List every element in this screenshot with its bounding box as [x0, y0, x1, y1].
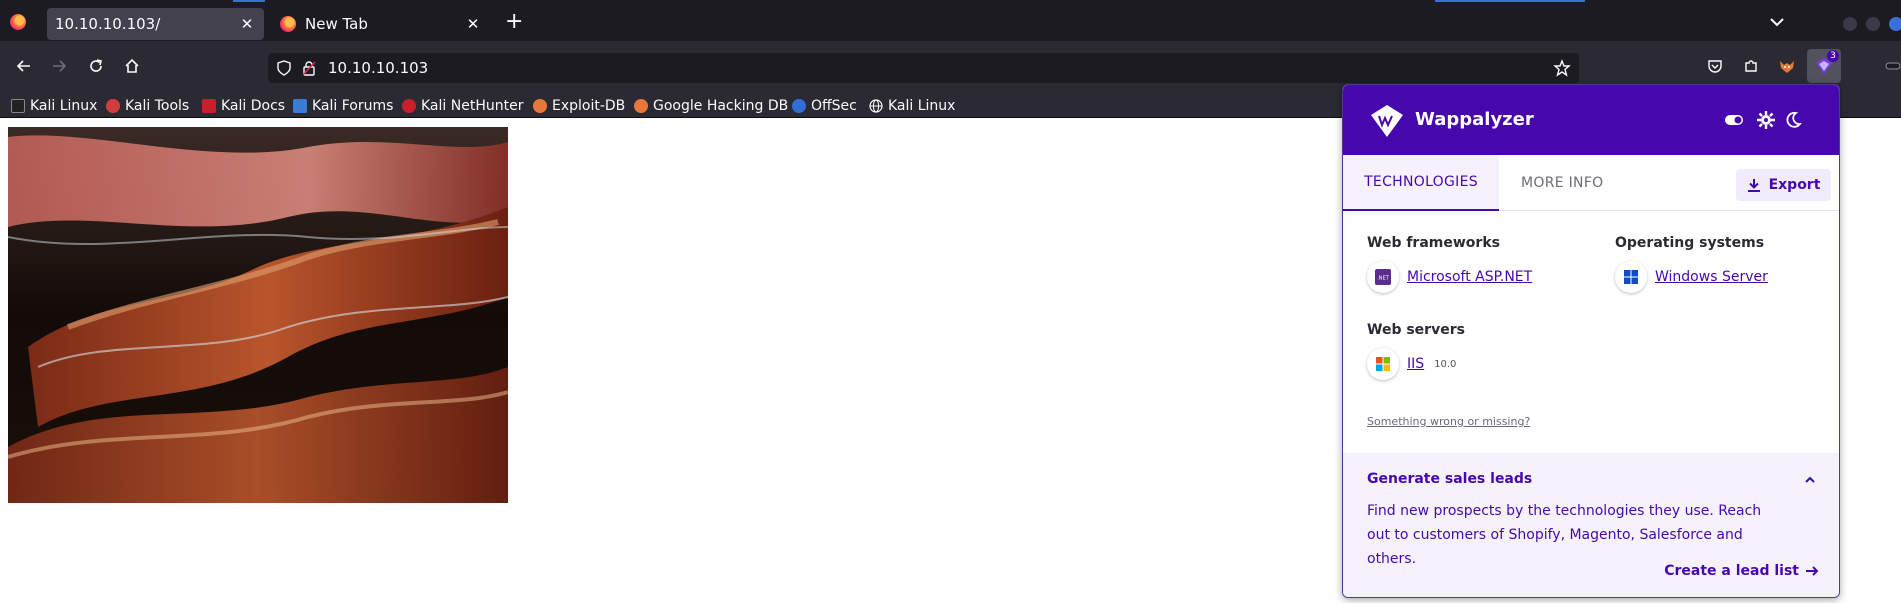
arrow-left-icon	[16, 60, 30, 72]
category-title: Web frameworks	[1367, 235, 1500, 251]
aspnet-icon: .NET	[1367, 261, 1399, 293]
popup-header: Wappalyzer	[1343, 85, 1839, 155]
iis-icon	[1367, 348, 1399, 380]
tech-name[interactable]: IIS	[1407, 356, 1424, 372]
windows-icon	[1615, 261, 1647, 293]
toggle-icon[interactable]	[1725, 111, 1743, 129]
bookmark-label: OffSec	[811, 97, 857, 114]
sales-leads-panel: Generate sales leads Find new prospects …	[1343, 453, 1839, 597]
nethunter-icon	[402, 98, 416, 113]
tab-technologies[interactable]: TECHNOLOGIES	[1343, 155, 1499, 211]
bookmark-label: Kali NetHunter	[421, 97, 524, 114]
chevron-down-icon[interactable]	[1768, 14, 1786, 30]
close-icon[interactable]: ✕	[464, 15, 482, 33]
category-title: Web servers	[1367, 322, 1465, 338]
leads-title[interactable]: Generate sales leads	[1367, 471, 1532, 487]
create-lead-list-link[interactable]: Create a lead list	[1664, 563, 1819, 579]
tab-indicator	[233, 0, 265, 2]
tech-version: 10.0	[1434, 358, 1457, 370]
bookmark-kali-nethunter[interactable]: Kali NetHunter	[402, 93, 523, 118]
leads-description: Find new prospects by the technologies t…	[1367, 503, 1762, 567]
bookmark-kali-tools[interactable]: Kali Tools	[106, 93, 189, 118]
tab-indicator	[1435, 0, 1585, 2]
pocket-icon[interactable]	[1705, 56, 1725, 76]
bookmark-exploit-db[interactable]: Exploit-DB	[533, 93, 625, 118]
extensions-icon[interactable]	[1741, 56, 1761, 76]
minimize-button[interactable]	[1843, 17, 1857, 31]
kali-docs-icon	[202, 98, 216, 113]
tech-item[interactable]: IIS 10.0	[1367, 348, 1456, 380]
bookmark-kali-linux-2[interactable]: Kali Linux	[869, 93, 955, 118]
kali-icon	[11, 98, 25, 113]
tab-active[interactable]: 10.10.10.103/ ✕	[47, 8, 264, 40]
home-icon	[125, 58, 139, 73]
home-button[interactable]	[121, 55, 143, 77]
maximize-button[interactable]	[1866, 17, 1880, 31]
exploitdb-icon	[533, 98, 547, 113]
kali-tools-icon	[106, 98, 120, 113]
star-icon[interactable]	[1553, 59, 1571, 77]
extension-badge: 3	[1827, 50, 1839, 62]
moon-icon[interactable]	[1784, 111, 1802, 129]
export-button[interactable]: Export	[1736, 169, 1831, 201]
cta-label: Create a lead list	[1664, 563, 1799, 579]
chevron-up-icon[interactable]	[1803, 473, 1817, 487]
bookmark-label: Kali Tools	[125, 97, 190, 114]
offsec-icon	[792, 98, 806, 113]
bookmark-label: Google Hacking DB	[653, 97, 789, 114]
download-icon	[1747, 179, 1760, 192]
forward-button[interactable]	[48, 55, 70, 77]
reload-button[interactable]	[85, 55, 107, 77]
tech-item[interactable]: Windows Server	[1615, 261, 1768, 293]
firefox-icon[interactable]	[10, 14, 26, 30]
bookmark-label: Kali Forums	[312, 97, 394, 114]
wappalyzer-extension-button[interactable]: 3	[1807, 49, 1841, 83]
export-label: Export	[1768, 177, 1821, 193]
close-window-button[interactable]	[1889, 17, 1901, 31]
globe-icon	[869, 98, 883, 113]
wappalyzer-popup: Wappalyzer TECHNOLOGIES MORE INFO Export…	[1342, 84, 1840, 598]
bookmark-kali-linux[interactable]: Kali Linux	[11, 93, 97, 118]
browser-window: 10.10.10.103/ ✕ New Tab ✕ + 10.10.10.103…	[0, 0, 1901, 603]
tab-more-info[interactable]: MORE INFO	[1521, 155, 1604, 211]
firefox-icon	[280, 16, 296, 32]
account-icon[interactable]	[1883, 56, 1901, 76]
arrow-right-icon	[1806, 566, 1819, 576]
category-title: Operating systems	[1615, 235, 1765, 251]
svg-text:.NET: .NET	[1377, 276, 1389, 282]
back-button[interactable]	[13, 55, 35, 77]
ghdb-icon	[634, 98, 648, 113]
tech-name[interactable]: Windows Server	[1655, 269, 1768, 285]
bookmark-google-hacking-db[interactable]: Google Hacking DB	[634, 93, 788, 118]
bookmark-label: Kali Linux	[888, 97, 956, 114]
tech-name[interactable]: Microsoft ASP.NET	[1407, 269, 1532, 285]
bookmark-kali-docs[interactable]: Kali Docs	[202, 93, 285, 118]
lock-icon[interactable]	[301, 60, 317, 76]
tab-title: New Tab	[305, 15, 368, 33]
kali-forums-icon	[293, 98, 307, 113]
bookmark-kali-forums[interactable]: Kali Forums	[293, 93, 393, 118]
gear-icon[interactable]	[1757, 111, 1775, 129]
reload-icon	[90, 59, 102, 72]
arrow-right-icon	[53, 60, 67, 72]
tab-new-tab[interactable]: New Tab ✕	[272, 8, 490, 40]
new-tab-button[interactable]: +	[505, 11, 523, 33]
shield-icon[interactable]	[276, 60, 292, 76]
brand-name: Wappalyzer	[1415, 109, 1534, 130]
bookmark-label: Kali Linux	[30, 97, 98, 114]
bookmark-offsec[interactable]: OffSec	[792, 93, 857, 118]
wappalyzer-logo-icon	[1371, 105, 1403, 137]
close-icon[interactable]: ✕	[238, 15, 256, 33]
bacon-image	[8, 127, 508, 503]
bookmark-label: Exploit-DB	[552, 97, 626, 114]
url-text: 10.10.10.103	[328, 59, 429, 77]
tech-item[interactable]: .NET Microsoft ASP.NET	[1367, 261, 1532, 293]
bookmark-label: Kali Docs	[221, 97, 286, 114]
tab-title: 10.10.10.103/	[55, 15, 161, 33]
foxyproxy-icon[interactable]	[1777, 56, 1797, 76]
feedback-link[interactable]: Something wrong or missing?	[1367, 415, 1530, 428]
address-bar[interactable]: 10.10.10.103	[268, 53, 1579, 83]
popup-tabs: TECHNOLOGIES MORE INFO Export	[1343, 155, 1839, 211]
tab-strip: 10.10.10.103/ ✕ New Tab ✕ +	[0, 0, 1901, 41]
